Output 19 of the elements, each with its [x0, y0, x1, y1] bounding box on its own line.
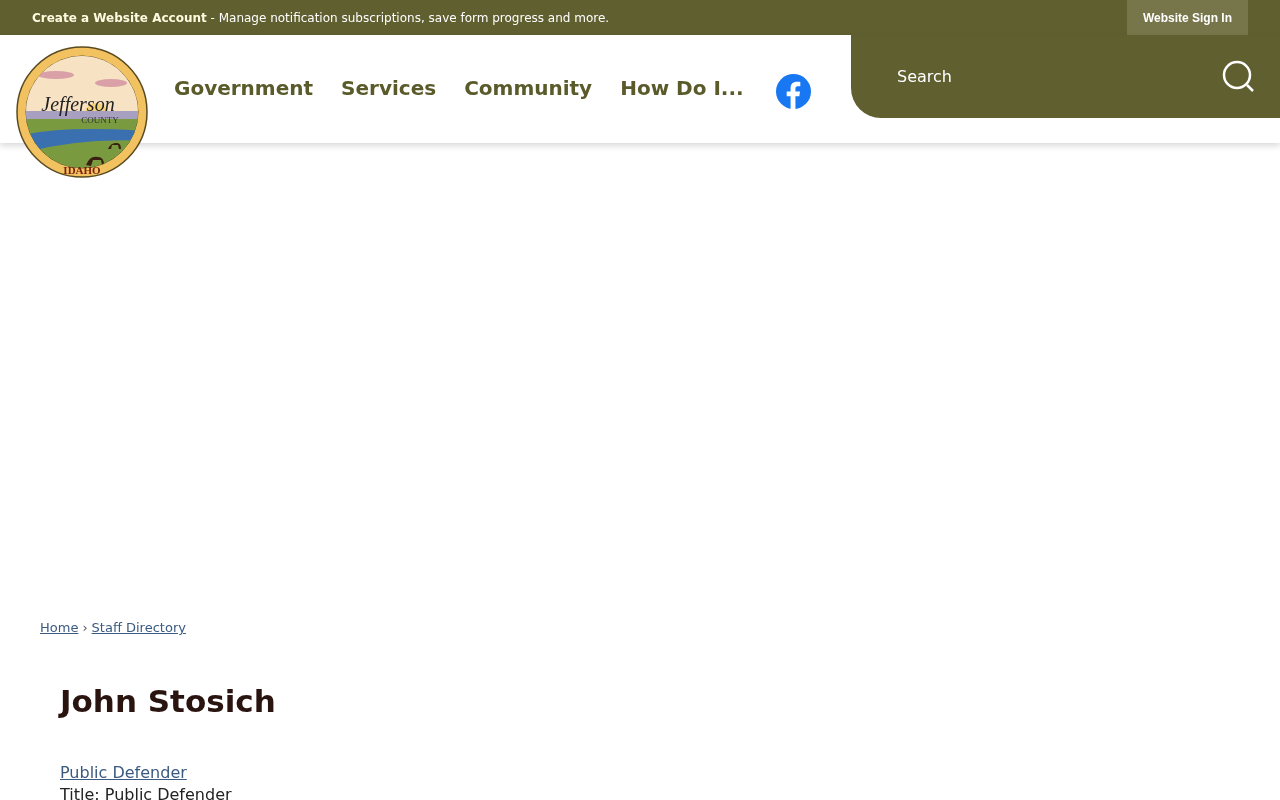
nav-link[interactable]: How Do I... — [620, 73, 744, 103]
person-name: John Stosich — [57, 681, 277, 721]
facebook-icon[interactable] — [775, 74, 811, 109]
county-seal-drawing[interactable] — [16, 46, 148, 178]
job-title: Title: Public Defender — [59, 785, 233, 800]
search-field[interactable]: Search — [897, 64, 1222, 89]
logo-state: IDAHO — [63, 164, 101, 176]
search-icon[interactable] — [1222, 59, 1256, 94]
nav-link[interactable]: Services — [341, 73, 437, 103]
logo-name: Jefferson — [41, 93, 115, 115]
department-link[interactable]: Public Defender — [60, 761, 187, 785]
create-account-link[interactable]: Create a Website Account — [32, 10, 207, 25]
breadcrumb-separator: › — [82, 619, 88, 637]
breadcrumb-link[interactable]: Staff Directory — [91, 618, 186, 638]
nav-link[interactable]: Government — [174, 73, 314, 103]
nav-link[interactable]: Community — [464, 73, 593, 103]
sign-in-button[interactable]: Website Sign In — [1126, 0, 1248, 35]
account-banner-text: Create a Website Account - Manage notification subscriptions, save form progress and more. — [32, 9, 610, 27]
breadcrumb-link[interactable]: Home — [40, 618, 79, 638]
